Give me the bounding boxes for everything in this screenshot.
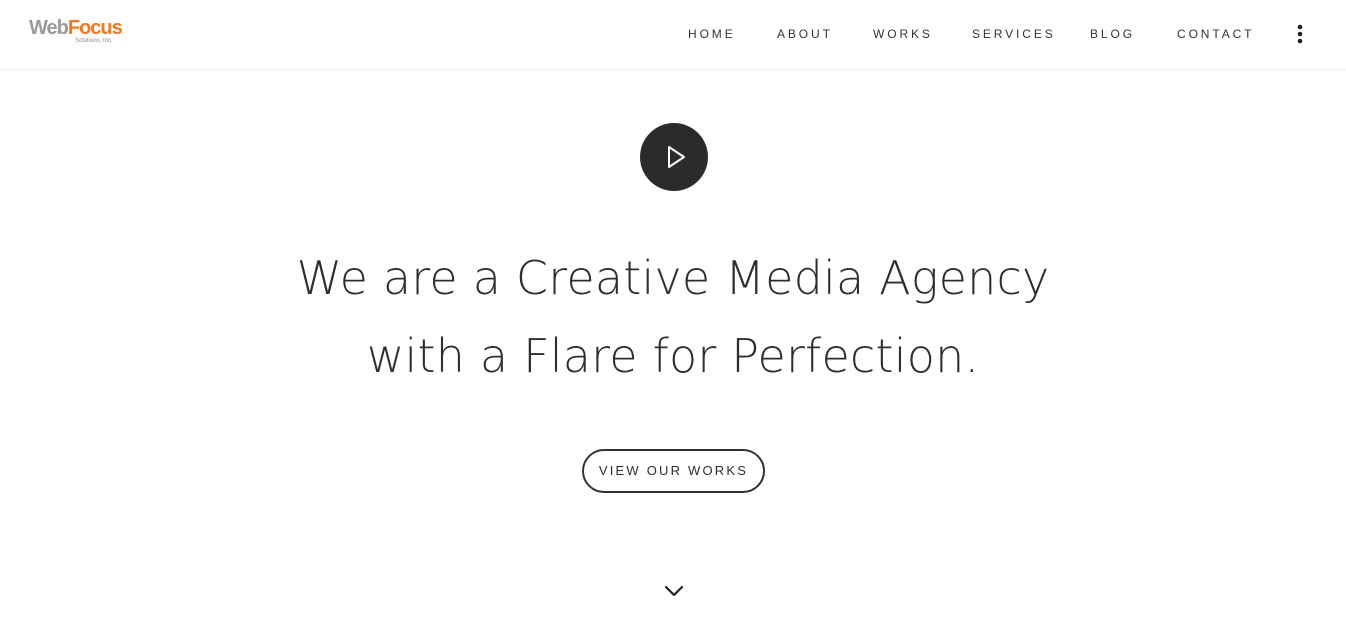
logo-web-text: Web [29, 17, 69, 39]
view-our-works-button[interactable]: VIEW OUR WORKS [582, 449, 765, 493]
play-icon [668, 146, 685, 168]
logo-wordmark: WebFocus [29, 16, 123, 40]
chevron-down-icon[interactable] [662, 582, 686, 602]
nav-item-services[interactable]: SERVICES [972, 26, 1056, 42]
kebab-menu-icon[interactable] [1290, 22, 1310, 46]
nav-item-works[interactable]: WORKS [873, 26, 933, 42]
logo[interactable]: WebFocus Solutions, Inc. [29, 16, 123, 48]
logo-subtitle: Solutions, Inc. [75, 38, 113, 44]
hero-headline-line1: We are a Creative Media Agency [296, 251, 1050, 305]
play-video-button[interactable] [640, 123, 708, 191]
nav-item-home[interactable]: HOME [688, 26, 736, 42]
site-header: WebFocus Solutions, Inc. HOME ABOUT WORK… [0, 0, 1346, 70]
hero-headline-line2: with a Flare for Perfection. [366, 329, 980, 383]
nav-item-about[interactable]: ABOUT [777, 26, 833, 42]
logo-focus-text: Focus [67, 17, 123, 39]
nav-item-blog[interactable]: BLOG [1090, 26, 1135, 42]
nav-item-contact[interactable]: CONTACT [1177, 26, 1254, 42]
